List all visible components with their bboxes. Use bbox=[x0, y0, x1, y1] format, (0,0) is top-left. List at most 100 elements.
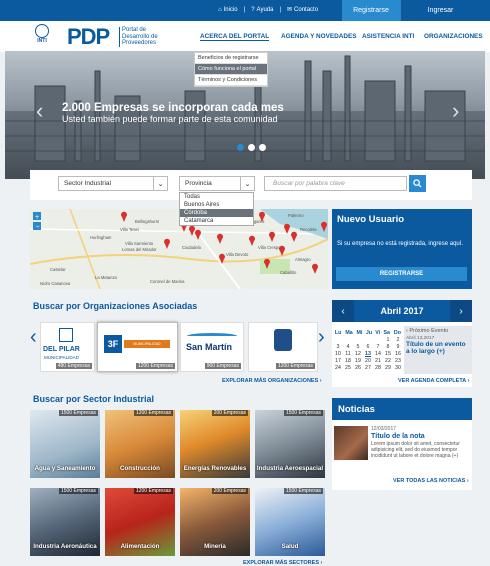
sector-label: Energías Renovables bbox=[183, 464, 247, 472]
calendar-day[interactable]: 1 bbox=[383, 336, 393, 343]
calendar-day[interactable]: 5 bbox=[353, 343, 363, 350]
news-headline[interactable]: Título de la nota bbox=[371, 433, 425, 440]
calendar-day[interactable]: 15 bbox=[383, 350, 393, 357]
calendar-day[interactable]: 4 bbox=[343, 343, 353, 350]
calendar-day[interactable]: 23 bbox=[393, 357, 403, 364]
sector-label: Agua y Saneamiento bbox=[34, 464, 96, 472]
calendar-day[interactable]: 12 bbox=[353, 350, 363, 357]
map-label: Ciudadela bbox=[182, 245, 202, 250]
weekday-label: Ju bbox=[365, 329, 373, 336]
search-icon bbox=[413, 179, 422, 188]
next-event[interactable]: ‹ Próximo Evento Abril 13,2017 Título de… bbox=[404, 326, 472, 374]
calendar-day[interactable]: 27 bbox=[363, 364, 373, 371]
register-button[interactable]: Registrarse bbox=[342, 0, 400, 21]
calendar-day[interactable]: 6 bbox=[363, 343, 373, 350]
sector-select[interactable]: Sector Industrial ⌄ bbox=[58, 176, 168, 191]
sector-count-badge: 1200 Empresas bbox=[133, 488, 173, 494]
sector-tile-alimentacion[interactable]: 1200 Empresas Alimentación bbox=[105, 488, 175, 556]
hero-dot-2[interactable] bbox=[248, 144, 255, 151]
view-news-link[interactable]: VER TODAS LAS NOTICIAS › bbox=[393, 478, 469, 484]
menu-agenda[interactable]: AGENDA Y NOVEDADES bbox=[281, 33, 357, 40]
option-buenos-aires[interactable]: Buenos Aires bbox=[180, 201, 253, 209]
calendar-next-icon[interactable]: › bbox=[450, 300, 472, 322]
calendar-day[interactable]: 14 bbox=[373, 350, 383, 357]
calendar-day[interactable]: 26 bbox=[353, 364, 363, 371]
calendar-day[interactable]: 21 bbox=[373, 357, 383, 364]
about-dropdown-item[interactable]: Cómo funciona el portal bbox=[195, 64, 267, 75]
calendar-day[interactable]: 3 bbox=[333, 343, 343, 350]
option-cordoba[interactable]: Córdoba bbox=[180, 209, 253, 217]
calendar-day[interactable]: 17 bbox=[333, 357, 343, 364]
about-dropdown-item[interactable]: Términos y Condiciones bbox=[195, 75, 267, 86]
view-agenda-link[interactable]: VER AGENDA COMPLETA › bbox=[398, 378, 469, 384]
home-link[interactable]: ⌂ Inicio bbox=[218, 7, 238, 13]
calendar-day[interactable]: 10 bbox=[333, 350, 343, 357]
inti-logo[interactable]: INTI bbox=[34, 24, 50, 46]
hero-dot-3[interactable] bbox=[259, 144, 266, 151]
weekday-label: Vi bbox=[375, 329, 381, 336]
map-label: Villa Crespo bbox=[258, 245, 281, 250]
search-button[interactable] bbox=[409, 175, 426, 192]
contact-link[interactable]: ✉ Contacto bbox=[287, 6, 318, 14]
menu-asistencia[interactable]: ASISTENCIA INTI bbox=[362, 33, 414, 40]
sector-tile-agua[interactable]: 1500 Empresas Agua y Saneamiento bbox=[30, 410, 100, 478]
calendar-day[interactable]: 30 bbox=[393, 364, 403, 371]
hero-dot-1[interactable] bbox=[237, 144, 244, 151]
sector-tile-aeroespacial[interactable]: 1500 Empresas Industria Aeroespacial bbox=[255, 410, 325, 478]
register-cta-button[interactable]: REGISTRARSE bbox=[336, 267, 467, 281]
option-todas[interactable]: Todas bbox=[180, 193, 253, 201]
calendar-day[interactable]: 29 bbox=[383, 364, 393, 371]
calendar-day[interactable]: 28 bbox=[373, 364, 383, 371]
sector-label: Industria Aeroespacial bbox=[256, 464, 324, 472]
org-card-pilar[interactable]: DEL PILAR MUNICIPALIDAD 480 Empresas bbox=[40, 322, 95, 372]
news-thumbnail[interactable] bbox=[334, 426, 368, 460]
explore-sectors-link[interactable]: EXPLORAR MÁS SECTORES › bbox=[243, 560, 322, 566]
org-count-badge: 1200 Empresas bbox=[275, 363, 315, 369]
calendar-day[interactable]: 19 bbox=[353, 357, 363, 364]
orgs-prev-arrow-icon[interactable]: ‹ bbox=[30, 326, 37, 349]
explore-orgs-link[interactable]: EXPLORAR MÁS ORGANIZACIONES › bbox=[222, 378, 322, 384]
calendar-day[interactable]: 9 bbox=[393, 343, 403, 350]
about-dropdown-item[interactable]: Beneficios de registrarse bbox=[195, 53, 267, 64]
login-button[interactable]: Ingresar bbox=[400, 0, 480, 21]
sector-tile-aeronautica[interactable]: 1500 Empresas Industria Aeronáutica bbox=[30, 488, 100, 556]
map-label: Caballito bbox=[280, 270, 297, 275]
org-card-san-martin[interactable]: San Martín 900 Empresas bbox=[180, 322, 244, 372]
calendar-day[interactable]: 11 bbox=[343, 350, 353, 357]
calendar-day[interactable]: 25 bbox=[343, 364, 353, 371]
hero-prev-arrow-icon[interactable]: ‹ bbox=[36, 98, 43, 124]
sector-tile-construccion[interactable]: 1200 Empresas Construcción bbox=[105, 410, 175, 478]
calendar-day[interactable]: 20 bbox=[363, 357, 373, 364]
calendar-day[interactable]: 8 bbox=[383, 343, 393, 350]
calendar-day[interactable]: 7 bbox=[373, 343, 383, 350]
sector-tile-mineria[interactable]: 200 Empresas Minería bbox=[180, 488, 250, 556]
calendar-day[interactable]: 24 bbox=[333, 364, 343, 371]
hero-title: 2.000 Empresas se incorporan cada mes bbox=[62, 102, 284, 114]
pdp-subtitle: Portal de Desarrollo de Proveedores bbox=[119, 27, 158, 47]
menu-acerca[interactable]: ACERCA DEL PORTAL bbox=[200, 33, 270, 41]
sector-tile-salud[interactable]: 1500 Empresas Salud bbox=[255, 488, 325, 556]
weekday-label: Do bbox=[393, 329, 401, 336]
option-catamarca[interactable]: Catamarca bbox=[180, 217, 253, 225]
help-link[interactable]: ? Ayuda bbox=[251, 7, 273, 13]
calendar-day[interactable]: 13 bbox=[363, 350, 373, 357]
orgs-next-arrow-icon[interactable]: › bbox=[318, 326, 325, 349]
calendar-day[interactable]: 16 bbox=[393, 350, 403, 357]
provincia-select[interactable]: Provincia ⌄ bbox=[179, 176, 255, 191]
menu-organizaciones[interactable]: ORGANIZACIONES bbox=[424, 33, 483, 40]
calendar-day[interactable]: 18 bbox=[343, 357, 353, 364]
calendar-prev-icon[interactable]: ‹ bbox=[332, 300, 354, 322]
search-input[interactable]: Buscar por palabra clave bbox=[264, 176, 407, 191]
map-label: Coronel de Marina bbox=[150, 279, 185, 284]
zoom-in-icon[interactable]: + bbox=[35, 214, 39, 221]
sector-tile-energias[interactable]: 200 Empresas Energías Renovables bbox=[180, 410, 250, 478]
org-card-3f[interactable]: 3F MUNICIPALIDAD 1200 Empresas bbox=[97, 322, 178, 372]
org-card-4[interactable]: 1200 Empresas bbox=[248, 322, 318, 372]
news-title: Noticias bbox=[332, 398, 472, 420]
inti-seal-icon bbox=[35, 24, 49, 38]
pdp-logo[interactable]: PDP bbox=[67, 24, 110, 50]
calendar-day[interactable]: 2 bbox=[393, 336, 403, 343]
zoom-out-icon[interactable]: − bbox=[36, 224, 40, 231]
calendar-day[interactable]: 22 bbox=[383, 357, 393, 364]
hero-next-arrow-icon[interactable]: › bbox=[452, 98, 459, 124]
